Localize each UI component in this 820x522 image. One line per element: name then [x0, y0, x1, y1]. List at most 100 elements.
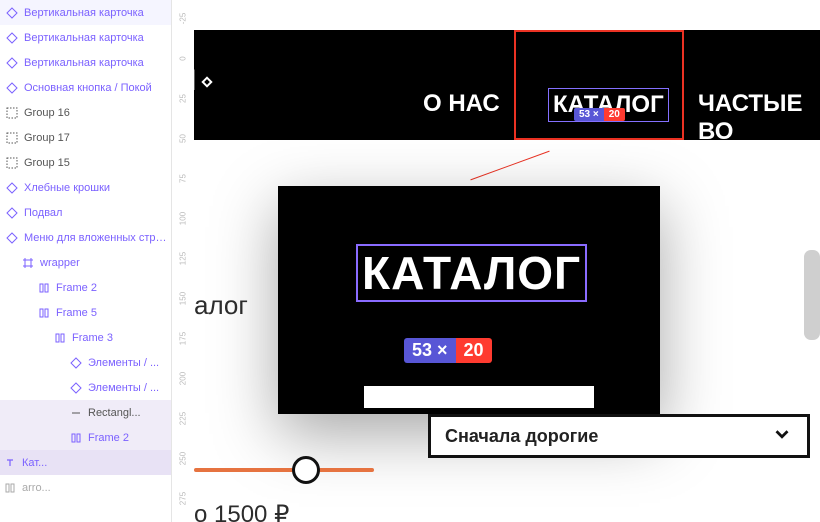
- layer-label: Rectangl...: [88, 407, 141, 419]
- nav-faq[interactable]: ЧАСТЫЕ ВО: [694, 88, 820, 148]
- logo-text: I: [194, 64, 197, 97]
- ruler-vertical: -25 0 25 50 75 100 125 150 175 200 225 250 275: [172, 0, 194, 522]
- ruler-mark: 50: [179, 130, 188, 148]
- diamond-icon: [6, 182, 18, 194]
- frame-v-icon: [38, 282, 50, 294]
- layer-label: Основная кнопка / Покой: [24, 82, 152, 94]
- layer-label: Frame 2: [56, 282, 97, 294]
- layer-label: Хлебные крошки: [24, 182, 110, 194]
- diamond-icon: [6, 57, 18, 69]
- layers-panel[interactable]: Вертикальная карточка Вертикальная карточ…: [0, 0, 172, 522]
- layer-label: Элементы / ...: [88, 382, 159, 394]
- sort-dropdown[interactable]: Сначала дорогие: [428, 414, 810, 458]
- layer-row[interactable]: Кат...: [0, 450, 171, 475]
- slider-track: [194, 468, 374, 472]
- ruler-mark: 0: [179, 50, 188, 68]
- layer-row[interactable]: Group 17: [0, 125, 171, 150]
- zoom-dimension-badge: 53 × 20: [404, 338, 492, 363]
- layer-label: Frame 3: [72, 332, 113, 344]
- layer-label: Group 15: [24, 157, 70, 169]
- diamond-icon: [70, 382, 82, 394]
- layer-row[interactable]: Frame 5: [0, 300, 171, 325]
- layer-label: Меню для вложенных страниц: [24, 232, 167, 244]
- zoom-dim-height: 20: [456, 338, 492, 363]
- layer-label: Вертикальная карточка: [24, 7, 144, 19]
- layer-row[interactable]: Rectangl...: [0, 400, 171, 425]
- layer-label: Подвал: [24, 207, 62, 219]
- nav-about[interactable]: О НАС: [419, 88, 504, 120]
- layer-label: Элементы / ...: [88, 357, 159, 369]
- canvas[interactable]: I О НАС КАТАЛОГ ЧАСТЫЕ ВО 53 × 20 КАТАЛО…: [194, 0, 820, 522]
- logo-diamond-icon: [202, 76, 213, 87]
- ruler-mark: 225: [179, 410, 188, 428]
- ruler-mark: 25: [179, 90, 188, 108]
- catalog-heading: алог: [194, 290, 248, 321]
- group-icon: [6, 132, 18, 144]
- diamond-icon: [70, 357, 82, 369]
- layer-label: Frame 2: [88, 432, 129, 444]
- page-header-strip: I О НАС КАТАЛОГ ЧАСТЫЕ ВО: [194, 30, 820, 140]
- diamond-icon: [6, 207, 18, 219]
- frame-icon: [22, 257, 34, 269]
- layer-row[interactable]: Основная кнопка / Покой: [0, 75, 171, 100]
- layer-row[interactable]: Frame 3: [0, 325, 171, 350]
- frame-v-icon: [4, 482, 16, 494]
- zoom-white-strip: [364, 386, 594, 408]
- dim-height: 20: [604, 108, 625, 121]
- group-icon: [6, 157, 18, 169]
- group-icon: [6, 107, 18, 119]
- dim-width: 53 ×: [574, 108, 604, 121]
- text-icon: [4, 457, 16, 469]
- diamond-icon: [6, 82, 18, 94]
- slider-thumb[interactable]: [292, 456, 320, 484]
- scrollbar-thumb[interactable]: [804, 250, 820, 340]
- layer-row[interactable]: Меню для вложенных страниц: [0, 225, 171, 250]
- sort-label: Сначала дорогие: [445, 426, 598, 447]
- layer-label: Вертикальная карточка: [24, 32, 144, 44]
- frame-v-icon: [54, 332, 66, 344]
- ruler-mark: 150: [179, 290, 188, 308]
- layer-row[interactable]: Frame 2: [0, 425, 171, 450]
- layer-row[interactable]: Вертикальная карточка: [0, 25, 171, 50]
- layer-row[interactable]: Вертикальная карточка: [0, 0, 171, 25]
- diamond-icon: [6, 232, 18, 244]
- layer-row[interactable]: Frame 2: [0, 275, 171, 300]
- layer-row[interactable]: Элементы / ...: [0, 350, 171, 375]
- logo: I: [194, 64, 211, 98]
- layer-row[interactable]: Group 15: [0, 150, 171, 175]
- layer-label: Group 17: [24, 132, 70, 144]
- ruler-mark: 100: [179, 210, 188, 228]
- dimension-badge: 53 × 20: [574, 108, 625, 121]
- chevron-down-icon: [771, 423, 793, 450]
- layer-row[interactable]: Хлебные крошки: [0, 175, 171, 200]
- zoom-dim-width: 53 ×: [404, 338, 456, 363]
- ruler-mark: 125: [179, 250, 188, 268]
- selection-frame: [514, 30, 684, 140]
- ruler-mark: -25: [179, 10, 188, 28]
- layer-label: Вертикальная карточка: [24, 57, 144, 69]
- layer-label: Group 16: [24, 107, 70, 119]
- ruler-mark: 200: [179, 370, 188, 388]
- layer-label: Кат...: [22, 457, 47, 469]
- ruler-mark: 250: [179, 450, 188, 468]
- frame-v-icon: [70, 432, 82, 444]
- ruler-mark: 275: [179, 490, 188, 508]
- connector-line: [470, 151, 549, 181]
- layer-row[interactable]: Group 16: [0, 100, 171, 125]
- diamond-icon: [6, 7, 18, 19]
- price-text: о 1500 ₽: [194, 500, 289, 522]
- zoom-catalog-text: КАТАЛОГ: [356, 244, 587, 302]
- frame-v-icon: [38, 307, 50, 319]
- layer-label: Frame 5: [56, 307, 97, 319]
- layer-row[interactable]: Вертикальная карточка: [0, 50, 171, 75]
- diamond-icon: [6, 32, 18, 44]
- layer-label: wrapper: [40, 257, 80, 269]
- price-slider[interactable]: [194, 460, 374, 480]
- layer-row[interactable]: Элементы / ...: [0, 375, 171, 400]
- layer-row[interactable]: arro...: [0, 475, 171, 500]
- layer-row[interactable]: wrapper: [0, 250, 171, 275]
- layer-row[interactable]: Подвал: [0, 200, 171, 225]
- ruler-mark: 75: [179, 170, 188, 188]
- line-icon: [70, 407, 82, 419]
- ruler-mark: 175: [179, 330, 188, 348]
